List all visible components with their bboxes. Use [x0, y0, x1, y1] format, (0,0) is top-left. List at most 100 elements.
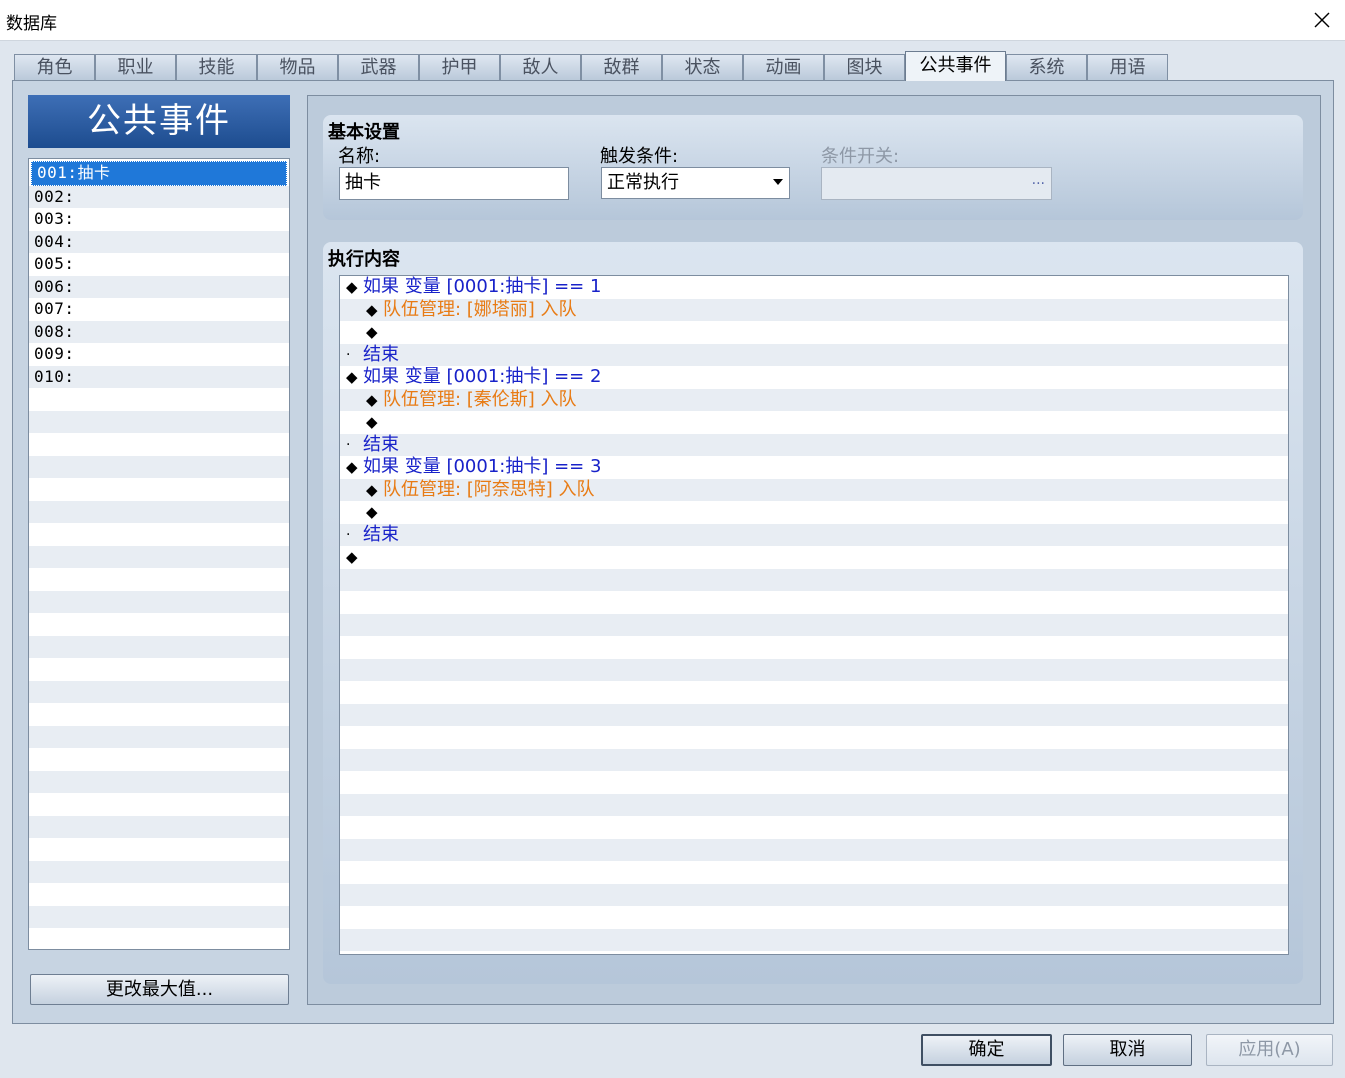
command-row[interactable] [340, 613, 1288, 636]
list-item[interactable]: 005: [29, 253, 289, 276]
command-text: 如果 变量 [0001:抽卡] == 3 [363, 456, 602, 477]
list-item[interactable]: 008: [29, 320, 289, 343]
command-row[interactable] [340, 928, 1288, 951]
tab-4[interactable]: 物品 [257, 54, 338, 81]
change-max-button[interactable]: 更改最大值... [30, 974, 289, 1005]
list-item[interactable] [29, 568, 289, 591]
list-item[interactable] [29, 770, 289, 793]
list-item[interactable] [29, 658, 289, 681]
command-row[interactable] [340, 771, 1288, 794]
close-button[interactable] [1299, 0, 1345, 40]
list-item[interactable] [29, 545, 289, 568]
tab-7[interactable]: 敌人 [500, 54, 581, 81]
list-item[interactable]: 003: [29, 208, 289, 231]
list-item[interactable] [29, 433, 289, 456]
list-item[interactable] [29, 815, 289, 838]
command-row[interactable] [340, 748, 1288, 771]
tab-9[interactable]: 状态 [662, 54, 743, 81]
list-item[interactable]: 007: [29, 298, 289, 321]
tab-10[interactable]: 动画 [743, 54, 824, 81]
tab-12[interactable]: 公共事件 [905, 51, 1006, 81]
command-row[interactable]: ◆ [340, 411, 1288, 434]
list-item[interactable] [29, 613, 289, 636]
command-row[interactable] [340, 681, 1288, 704]
end-marker-icon: · [346, 346, 351, 363]
common-event-list[interactable]: 001:抽卡 002: 003: 004: 005: 006: 007: 008: 009: 01… [28, 158, 290, 950]
command-marker-icon: ◆ [366, 300, 378, 319]
tab-5[interactable]: 武器 [338, 54, 419, 81]
tab-2[interactable]: 职业 [95, 54, 176, 81]
command-row[interactable]: ◆ [340, 501, 1288, 524]
command-row[interactable]: · 结束 [340, 343, 1288, 366]
list-item[interactable] [29, 703, 289, 726]
command-row[interactable]: · 结束 [340, 433, 1288, 456]
command-row[interactable]: ◆ 队伍管理: [阿奈思特] 入队 [340, 478, 1288, 501]
list-item[interactable]: 006: [29, 275, 289, 298]
command-row[interactable]: ◆ 队伍管理: [秦伦斯] 入队 [340, 388, 1288, 411]
command-row[interactable]: ◆ [340, 321, 1288, 344]
list-item[interactable] [29, 905, 289, 928]
command-row[interactable]: ◆ 队伍管理: [娜塔丽] 入队 [340, 298, 1288, 321]
list-item[interactable] [29, 523, 289, 546]
list-item[interactable] [29, 635, 289, 658]
command-text: 结束 [363, 523, 399, 545]
command-row[interactable] [340, 861, 1288, 884]
ellipsis-icon: ... [1031, 172, 1045, 188]
title-bar: 数据库 [0, 0, 1345, 41]
list-item[interactable]: 009: [29, 343, 289, 366]
list-item[interactable] [29, 860, 289, 883]
name-input[interactable]: 抽卡 [339, 167, 569, 200]
list-item[interactable]: 002: [29, 185, 289, 208]
list-item[interactable] [29, 590, 289, 613]
list-header: 公共事件 [28, 95, 290, 148]
command-row[interactable] [340, 838, 1288, 861]
list-item[interactable] [29, 748, 289, 771]
tab-8[interactable]: 敌群 [581, 54, 662, 81]
command-row[interactable] [340, 591, 1288, 614]
list-item[interactable] [29, 793, 289, 816]
command-row[interactable]: ◆ 如果 变量 [0001:抽卡] == 1 [340, 276, 1288, 299]
list-item[interactable] [29, 680, 289, 703]
tab-bar: 角色 职业 技能 物品 武器 护甲 敌人 敌群 状态 动画 图块 公共事件 系统 用语 [14, 51, 1168, 81]
command-list[interactable]: ◆ 如果 变量 [0001:抽卡] == 1 ◆ 队伍管理: [娜塔丽] 入队 ◆ · 结束… [339, 275, 1289, 955]
command-text: 如果 变量 [0001:抽卡] == 1 [363, 276, 602, 297]
list-item[interactable]: 010: [29, 365, 289, 388]
command-row[interactable] [340, 658, 1288, 681]
list-item[interactable] [29, 883, 289, 906]
list-item[interactable] [29, 388, 289, 411]
tab-13[interactable]: 系统 [1006, 54, 1087, 81]
list-item[interactable] [29, 478, 289, 501]
command-row[interactable]: ◆ 如果 变量 [0001:抽卡] == 3 [340, 456, 1288, 479]
command-row[interactable]: ◆ [340, 546, 1288, 569]
list-item[interactable] [29, 410, 289, 433]
tab-6[interactable]: 护甲 [419, 54, 500, 81]
cancel-button[interactable]: 取消 [1063, 1034, 1192, 1066]
tab-14[interactable]: 用语 [1087, 54, 1168, 81]
command-row[interactable] [340, 816, 1288, 839]
command-row[interactable] [340, 703, 1288, 726]
trigger-select[interactable]: 正常执行 [601, 167, 790, 199]
tab-1[interactable]: 角色 [14, 54, 95, 81]
ok-button[interactable]: 确定 [921, 1034, 1052, 1066]
command-row[interactable] [340, 883, 1288, 906]
switch-field: ... [821, 167, 1052, 200]
list-item[interactable] [29, 500, 289, 523]
list-item[interactable] [29, 928, 289, 949]
list-item[interactable] [29, 455, 289, 478]
name-label: 名称: [338, 146, 381, 167]
list-item[interactable] [29, 725, 289, 748]
list-item[interactable]: 004: [29, 230, 289, 253]
command-row[interactable] [340, 636, 1288, 659]
list-item[interactable]: 001:抽卡 [31, 161, 287, 186]
command-row[interactable] [340, 793, 1288, 816]
execution-content-title: 执行内容 [328, 249, 400, 270]
tab-11[interactable]: 图块 [824, 54, 905, 81]
command-row[interactable] [340, 906, 1288, 929]
command-row[interactable]: ◆ 如果 变量 [0001:抽卡] == 2 [340, 366, 1288, 389]
command-row[interactable] [340, 568, 1288, 591]
command-row[interactable] [340, 726, 1288, 749]
command-row[interactable]: · 结束 [340, 523, 1288, 546]
tab-3[interactable]: 技能 [176, 54, 257, 81]
command-marker-icon: ◆ [366, 323, 378, 341]
list-item[interactable] [29, 838, 289, 861]
